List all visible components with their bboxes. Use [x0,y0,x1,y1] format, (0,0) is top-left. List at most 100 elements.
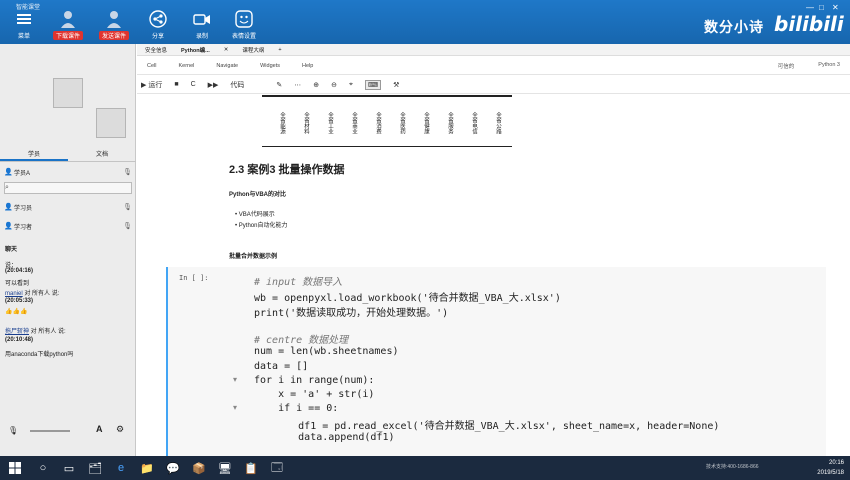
left-panel: 学员 文档 👤 学员A 🎙 ⌕ 👤 学习员 🎙 👤 学习者 🎙 聊天 说： (2… [0,44,136,456]
settings-icon[interactable]: ⚙ [116,424,124,435]
menu-navigate[interactable]: Navigate [216,63,238,69]
send-button[interactable]: 发送课件 [90,10,138,42]
user-icon: 👤 [4,204,13,211]
code-line: x = 'a' + str(i) [254,389,375,400]
code-line: df1 = pd.read_excel('待合并数据_VBA_大.xlsx', … [250,421,720,432]
mic-icon[interactable]: 🎙 [123,222,132,230]
menu-button[interactable]: 菜单 [6,10,42,42]
new-tab-icon[interactable]: + [278,47,281,53]
panel-tabs: 学员 文档 [0,148,136,162]
app-icon[interactable]: 🖥 [212,456,238,480]
chat-text: 用anaconda下载python吗 [5,352,74,358]
restart-button[interactable]: C [191,81,196,88]
support-text: 技术支持:400-1686-866 [706,464,759,470]
list-item: • Python自动化能力 [235,223,288,229]
chat-sender: maniel 对 所有人 说: [5,291,60,297]
task-view-icon[interactable]: ▭ [56,456,82,480]
mic-icon[interactable]: 🎙 [123,203,132,211]
user-icon: 👤 [4,169,13,176]
run-button[interactable]: ▶ 运行 [141,80,162,90]
wechat-icon[interactable]: 💬 [160,456,186,480]
table-header: 全省能源 全省材料 全省工业 全省商业 全省消费 全省医药 全省健康 全省服务 … [262,95,512,147]
edge-browser-icon[interactable]: e [108,456,134,480]
list-item[interactable]: 👤 学员A 🎙 [4,166,132,178]
menu-kernel[interactable]: Kernel [178,63,194,69]
code-line: # centre 数据处理 [254,335,349,346]
chat-sender: 拖尸斩神 对 所有人 说: [5,329,66,335]
channel-brand: 数分小诗 [704,19,764,35]
app-icon[interactable]: 🗔 [264,456,290,480]
close-tab-icon[interactable]: ✕ [224,47,229,53]
font-icon[interactable]: A [96,424,103,434]
section-title: 2.3 案例3 批量操作数据 [229,164,345,176]
chat-text: 👍👍👍 [5,309,28,315]
menu-widgets[interactable]: Widgets [260,63,280,69]
notebook-tabs: 安全信息 Python编... ✕ 课程大纲 + [137,44,850,56]
tab-outline[interactable]: 课程大纲 [242,46,264,54]
tab-python[interactable]: Python编... [181,46,210,54]
mic-icon[interactable]: 🎙 [123,168,132,176]
code-line: print('数据读取成功，开始处理数据。') [254,308,449,319]
code-line: if i == 0: [254,403,339,414]
pen-icon[interactable]: ✎ [276,81,282,89]
chat-text: 可以看到 [5,281,30,287]
windows-start-icon[interactable] [0,456,30,480]
notebook-content: 全省能源 全省材料 全省工业 全省商业 全省消费 全省医药 全省健康 全省服务 … [137,95,850,456]
file-explorer-icon[interactable]: 📁 [134,456,160,480]
run-all-button[interactable]: ▶▶ [208,81,219,89]
stop-button[interactable]: ■ [174,81,178,88]
app-icon[interactable]: 📦 [186,456,212,480]
maximize-icon[interactable]: □ [819,3,824,12]
search-input[interactable]: ⌕ [4,182,132,194]
volume-slider[interactable] [30,430,70,432]
trusted-indicator[interactable]: 可信的 [778,62,795,70]
app-icon[interactable]: 🗂 [82,456,108,480]
search-icon[interactable]: ○ [30,456,56,480]
app-icon[interactable]: 📋 [238,456,264,480]
menubar: Cell Kernel Navigate Widgets Help 可信的 Py… [137,57,850,75]
minimize-icon[interactable]: — [806,3,814,12]
target-icon[interactable]: ⌖ [349,81,353,89]
record-button[interactable]: 录制 [184,10,220,42]
fold-icon[interactable]: ▾ [233,375,237,384]
clock[interactable]: 20:16 2019/5/18 [817,458,844,478]
code-line: num = len(wb.sheetnames) [254,346,399,357]
search-icon: ⌕ [5,184,9,191]
chat-input-area[interactable]: 🎙 A ⚙ [0,424,136,456]
hammer-icon[interactable]: ⚒ [393,81,399,89]
mic-icon[interactable]: 🎙 [8,426,18,435]
zoom-out-icon[interactable]: ⊖ [331,81,337,89]
zoom-in-icon[interactable]: ⊕ [313,81,319,89]
menu-cell[interactable]: Cell [147,63,156,69]
tab-documents[interactable]: 文档 [68,148,136,161]
taskbar: ○ ▭ 🗂 e 📁 💬 📦 🖥 📋 🗔 技术支持:400-1686-866 20… [0,456,850,480]
chat-time: (20:10:48) [5,337,34,343]
emoji-icon [235,10,253,28]
fold-icon[interactable]: ▾ [233,403,237,412]
bilibili-logo: bilibili [774,12,844,36]
person-icon [59,10,77,28]
list-item[interactable]: 👤 学习员 🎙 [4,201,132,213]
dots-icon[interactable]: ⋯ [294,81,301,89]
student-video [96,108,126,138]
share-icon [149,10,167,28]
menu-icon [15,10,33,28]
compare-title: Python与VBA的对比 [229,192,287,198]
cell-type-select[interactable]: 代码 [230,80,244,90]
share-button[interactable]: 分享 [140,10,176,42]
list-item[interactable]: 👤 学习者 🎙 [4,220,132,232]
tab-students[interactable]: 学员 [0,148,68,161]
keyboard-icon[interactable]: ⌨ [364,79,382,90]
tab-security[interactable]: 安全信息 [145,46,167,54]
menu-help[interactable]: Help [302,63,313,69]
chat-time: (20:05:33) [5,298,34,304]
list-item: • VBA代码展示 [235,212,275,218]
user-icon: 👤 [4,223,13,230]
download-button[interactable]: 下载课件 [44,10,92,42]
code-line: wb = openpyxl.load_workbook('待合并数据_VBA_大… [254,293,561,304]
close-icon[interactable]: ✕ [832,3,839,12]
emoji-settings-button[interactable]: 表情设置 [226,10,262,42]
code-line: data.append(df1) [250,432,395,443]
chat-time: (20:04:16) [5,268,34,274]
top-toolbar: 智能课堂 菜单 下载课件 发送课件 分享 录制 表情设置 数分小诗 bilibi… [0,0,850,44]
